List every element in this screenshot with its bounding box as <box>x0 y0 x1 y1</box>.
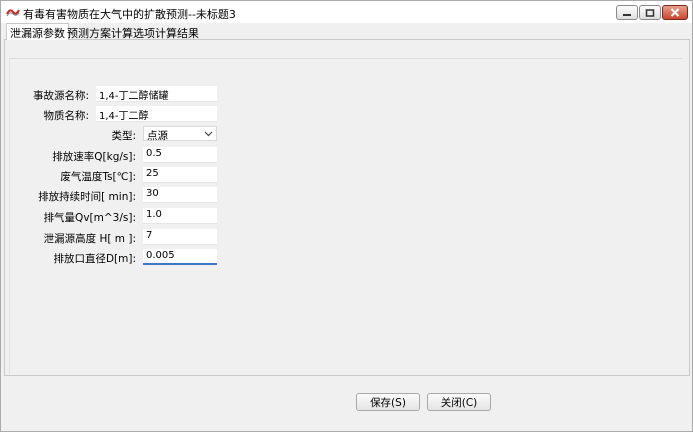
exhaust-temp-label: 废气温度Ts[℃]: <box>60 171 136 183</box>
exhaust-volume-label: 排气量Qv[m^3/s]: <box>43 212 136 224</box>
tab-leak-source-params[interactable]: 泄漏源参数 <box>6 23 69 41</box>
type-select-value: 点源 <box>147 130 168 142</box>
close-icon <box>670 8 680 17</box>
source-name-field[interactable]: 1,4-丁二醇储罐 <box>96 86 217 102</box>
type-label: 类型: <box>111 130 136 142</box>
outlet-diameter-label: 排放口直径D[m]: <box>53 253 136 265</box>
duration-label: 排放持续时间[ min]: <box>38 191 136 203</box>
maximize-button[interactable] <box>639 5 661 20</box>
source-name-label: 事故源名称: <box>32 90 89 102</box>
tab-calc-results[interactable]: 计算结果 <box>152 24 202 40</box>
type-select[interactable]: 点源 <box>143 126 217 142</box>
chevron-down-icon <box>204 131 213 137</box>
exhaust-temp-field[interactable]: 25 <box>143 167 217 183</box>
emission-rate-label: 排放速率Q[kg/s]: <box>52 151 136 163</box>
minimize-button[interactable] <box>616 5 638 20</box>
duration-field[interactable]: 30 <box>143 187 217 203</box>
window-close-button[interactable] <box>662 5 688 20</box>
minimize-icon <box>623 13 631 16</box>
outlet-diameter-field[interactable]: 0.005 <box>143 249 217 265</box>
button-bar <box>4 377 690 431</box>
emission-rate-field[interactable]: 0.5 <box>143 147 217 163</box>
window-title: 有毒有害物质在大气中的扩散预测--未标题3 <box>23 8 236 21</box>
exhaust-volume-field[interactable]: 1.0 <box>143 208 217 224</box>
substance-name-label: 物质名称: <box>43 110 89 122</box>
app-logo-icon <box>6 9 20 17</box>
tab-calc-options[interactable]: 计算选项 <box>108 24 158 40</box>
title-bar: 有毒有害物质在大气中的扩散预测--未标题3 <box>1 1 692 23</box>
app-window: 有毒有害物质在大气中的扩散预测--未标题3 泄漏源参数 预测方案 计算选项 计算… <box>0 0 693 432</box>
close-button[interactable]: 关闭(C) <box>427 393 491 411</box>
leak-height-label: 泄漏源高度 H[ m ]: <box>43 233 136 245</box>
tab-prediction-plan[interactable]: 预测方案 <box>64 24 114 40</box>
maximize-icon <box>645 8 655 17</box>
save-button[interactable]: 保存(S) <box>356 393 420 411</box>
substance-name-field[interactable]: 1,4-丁二醇 <box>96 106 217 122</box>
tab-strip: 泄漏源参数 预测方案 计算选项 计算结果 <box>4 23 690 41</box>
leak-height-field[interactable]: 7 <box>143 229 217 245</box>
